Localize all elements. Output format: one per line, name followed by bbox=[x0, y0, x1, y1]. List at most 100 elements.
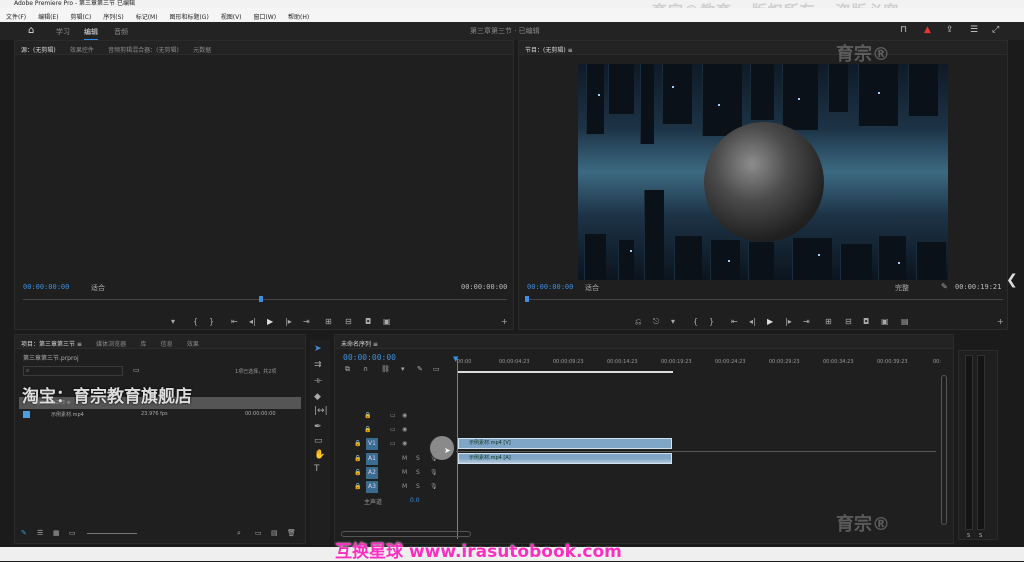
go-to-in-icon[interactable]: ⇤ bbox=[231, 317, 238, 326]
mic-icon[interactable]: 🎙 bbox=[430, 483, 438, 490]
project-item-media[interactable]: 示例素材.mp4 bbox=[51, 411, 84, 418]
list-view-icon[interactable]: ☰ bbox=[37, 529, 43, 537]
menu-window[interactable]: 窗口(W) bbox=[253, 12, 276, 21]
new-bin-bottom-icon[interactable]: ▭ bbox=[255, 529, 262, 537]
tab-media-browser[interactable]: 媒体浏览器 bbox=[96, 339, 126, 348]
pen-tool-icon[interactable]: ✒ bbox=[314, 422, 322, 432]
mark-out-icon[interactable]: } bbox=[209, 317, 214, 326]
visibility-icon[interactable]: ◉ bbox=[402, 412, 407, 419]
fullscreen-icon[interactable]: ⤢ bbox=[992, 25, 999, 35]
solo-icon[interactable]: S bbox=[416, 483, 420, 490]
source-playhead[interactable] bbox=[259, 296, 263, 302]
track-target-a3[interactable]: A3 bbox=[366, 481, 378, 493]
tab-libraries[interactable]: 库 bbox=[140, 339, 146, 348]
add-marker-icon[interactable]: ▾ bbox=[401, 365, 405, 373]
share-icon[interactable]: ⇪ bbox=[946, 25, 954, 35]
overwrite-icon[interactable]: ⊟ bbox=[345, 317, 352, 326]
freeform-view-icon[interactable]: ▭ bbox=[69, 529, 76, 537]
tab-effect-controls[interactable]: 效果控件 bbox=[70, 45, 94, 54]
step-back-icon[interactable]: ◂| bbox=[249, 317, 256, 326]
solo-icon[interactable]: S bbox=[416, 469, 420, 476]
find-icon[interactable]: ⌕ bbox=[237, 529, 241, 538]
menu-help[interactable]: 帮助(H) bbox=[288, 12, 309, 21]
hand-tool-icon[interactable]: ✋ bbox=[314, 450, 325, 460]
workspace-tab-audio[interactable]: 音频 bbox=[114, 27, 128, 37]
sync-lock-icon[interactable]: ▭ bbox=[390, 440, 396, 447]
selection-tool-icon[interactable]: ➤ bbox=[314, 344, 322, 354]
lock-icon[interactable]: 🔒 bbox=[354, 440, 361, 447]
program-lift-icon[interactable]: ⊞ bbox=[825, 317, 832, 326]
track-target-a1[interactable]: A1 bbox=[366, 453, 378, 465]
tab-info[interactable]: 信息 bbox=[161, 339, 173, 348]
new-item-icon[interactable]: ▤ bbox=[271, 529, 278, 537]
lock-icon[interactable]: 🔒 bbox=[364, 412, 371, 419]
comparison-view-icon[interactable]: ▣ bbox=[881, 317, 889, 326]
program-quality-select[interactable]: 完整 bbox=[895, 283, 909, 293]
timeline-playhead[interactable] bbox=[457, 359, 458, 539]
timeline-settings-icon[interactable]: ✎ bbox=[417, 365, 423, 373]
step-forward-icon[interactable]: |▸ bbox=[285, 317, 292, 326]
menu-edit[interactable]: 编辑(E) bbox=[38, 12, 58, 21]
source-time-ruler[interactable] bbox=[23, 299, 507, 305]
menu-clip[interactable]: 剪辑(C) bbox=[70, 12, 91, 21]
export-frame-icon[interactable]: ◘ bbox=[365, 317, 371, 326]
solo-right-button[interactable]: S bbox=[979, 533, 982, 539]
menu-graphics[interactable]: 图形和标题(G) bbox=[169, 12, 208, 21]
razor-tool-icon[interactable]: ◆ bbox=[314, 392, 321, 402]
trash-icon[interactable]: 🗑 bbox=[287, 529, 296, 537]
lift-icon[interactable]: ⎌ bbox=[635, 317, 641, 327]
collapse-arrow-icon[interactable]: ❮ bbox=[1006, 272, 1018, 288]
audio-clip[interactable]: 示例素材.mp4 [A] bbox=[458, 453, 672, 464]
menu-sequence[interactable]: 序列(S) bbox=[103, 12, 124, 21]
workspace-tab-edit[interactable]: 编辑 bbox=[84, 27, 98, 40]
wrench-icon[interactable]: ✎ bbox=[941, 282, 948, 291]
program-extract-icon[interactable]: ⊟ bbox=[845, 317, 852, 326]
icon-view-icon[interactable]: ▦ bbox=[53, 529, 60, 537]
visibility-icon[interactable]: ◉ bbox=[402, 426, 407, 433]
tab-source[interactable]: 源：(无剪辑) bbox=[21, 45, 56, 54]
add-button-icon[interactable]: + bbox=[501, 317, 508, 326]
menu-file[interactable]: 文件(F) bbox=[6, 12, 26, 21]
pencil-icon[interactable]: ✎ bbox=[21, 529, 27, 537]
timeline-vertical-scrollbar[interactable] bbox=[941, 375, 947, 525]
solo-left-button[interactable]: S bbox=[967, 533, 970, 539]
tab-metadata[interactable]: 元数据 bbox=[193, 45, 211, 54]
program-marker-icon[interactable]: ▾ bbox=[671, 317, 675, 326]
menu-marker[interactable]: 标记(M) bbox=[136, 12, 158, 21]
workspace-tab-learn[interactable]: 学习 bbox=[56, 27, 70, 37]
source-zoom-select[interactable]: 适合 bbox=[91, 283, 105, 293]
zoom-slider[interactable] bbox=[87, 533, 137, 534]
program-time-ruler[interactable] bbox=[525, 299, 1003, 305]
play-icon[interactable]: ▶ bbox=[267, 317, 273, 326]
program-step-back-icon[interactable]: ◂| bbox=[749, 317, 756, 326]
tab-sequence[interactable]: 未命名序列 ≡ bbox=[341, 339, 378, 348]
project-search-input[interactable]: ⌕ bbox=[23, 366, 123, 376]
nest-icon[interactable]: ⧉ bbox=[345, 365, 350, 374]
program-add-button-icon[interactable]: + bbox=[997, 317, 1004, 326]
program-timecode[interactable]: 00:00:00:00 bbox=[527, 283, 573, 291]
home-icon[interactable]: ⌂ bbox=[28, 25, 34, 36]
source-timecode[interactable]: 00:00:00:00 bbox=[23, 283, 69, 291]
type-tool-icon[interactable]: T bbox=[314, 464, 320, 474]
track-select-tool-icon[interactable]: ⇉ bbox=[314, 360, 322, 370]
mark-in-icon[interactable]: { bbox=[193, 317, 198, 326]
quick-export-icon[interactable]: ⊓ bbox=[900, 25, 907, 35]
tab-audio-clip-mixer[interactable]: 音频剪辑混合器：(无剪辑) bbox=[108, 45, 179, 54]
program-mark-in-icon[interactable]: { bbox=[693, 317, 698, 326]
captions-icon[interactable]: ▭ bbox=[433, 365, 440, 373]
track-target-a2[interactable]: A2 bbox=[366, 467, 378, 479]
program-go-to-in-icon[interactable]: ⇤ bbox=[731, 317, 738, 326]
sync-lock-icon[interactable]: ▭ bbox=[390, 426, 396, 433]
snap-icon[interactable]: ∩ bbox=[363, 365, 368, 373]
rectangle-tool-icon[interactable]: ▭ bbox=[314, 436, 323, 446]
video-clip[interactable]: 示例素材.mp4 [V] bbox=[458, 438, 672, 449]
timeline-timecode[interactable]: 00:00:00:00 bbox=[343, 353, 396, 362]
ripple-edit-tool-icon[interactable]: ⟛ bbox=[314, 376, 322, 386]
program-zoom-select[interactable]: 适合 bbox=[585, 283, 599, 293]
insert-icon[interactable]: ⊞ bbox=[325, 317, 332, 326]
work-area-bar[interactable] bbox=[457, 371, 673, 373]
notification-icon[interactable]: ▲ bbox=[924, 25, 931, 35]
visibility-icon[interactable]: ◉ bbox=[402, 440, 407, 447]
program-export-frame-icon[interactable]: ◘ bbox=[863, 317, 869, 326]
program-playhead[interactable] bbox=[525, 296, 529, 302]
